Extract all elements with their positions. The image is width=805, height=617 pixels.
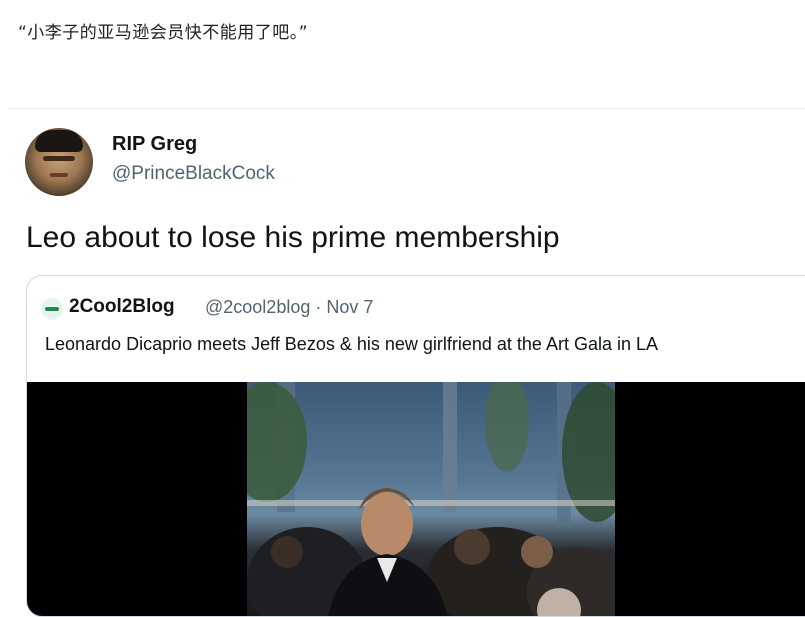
quoted-tweet[interactable]: 2Cool2Blog @2cool2blog · Nov 7 Leonardo … — [26, 275, 805, 617]
tweet-card[interactable]: RIP Greg @PrinceBlackCock Leo about to l… — [8, 108, 805, 617]
author-display-name[interactable]: RIP Greg — [112, 133, 197, 156]
quoted-author-display-name[interactable]: 2Cool2Blog — [69, 296, 175, 318]
avatar-mouth — [50, 173, 68, 177]
author-handle[interactable]: @PrinceBlackCock — [112, 163, 275, 185]
video-scene-illustration — [247, 382, 615, 616]
quoted-avatar-logo-icon — [45, 307, 59, 311]
tweet-text: Leo about to lose his prime membership — [26, 221, 560, 254]
quoted-tweet-text: Leonardo Dicaprio meets Jeff Bezos & his… — [45, 334, 658, 354]
post-caption: “小李子的亚马逊会员快不能用了吧。” — [18, 23, 309, 43]
avatar-hair — [35, 130, 83, 152]
video-frame — [247, 382, 615, 616]
author-avatar[interactable] — [25, 128, 93, 196]
quoted-author-meta: @2cool2blog · Nov 7 — [205, 297, 374, 317]
quoted-video-player[interactable] — [27, 382, 805, 616]
quoted-author-avatar[interactable] — [41, 298, 63, 320]
avatar-eyes — [43, 156, 75, 161]
